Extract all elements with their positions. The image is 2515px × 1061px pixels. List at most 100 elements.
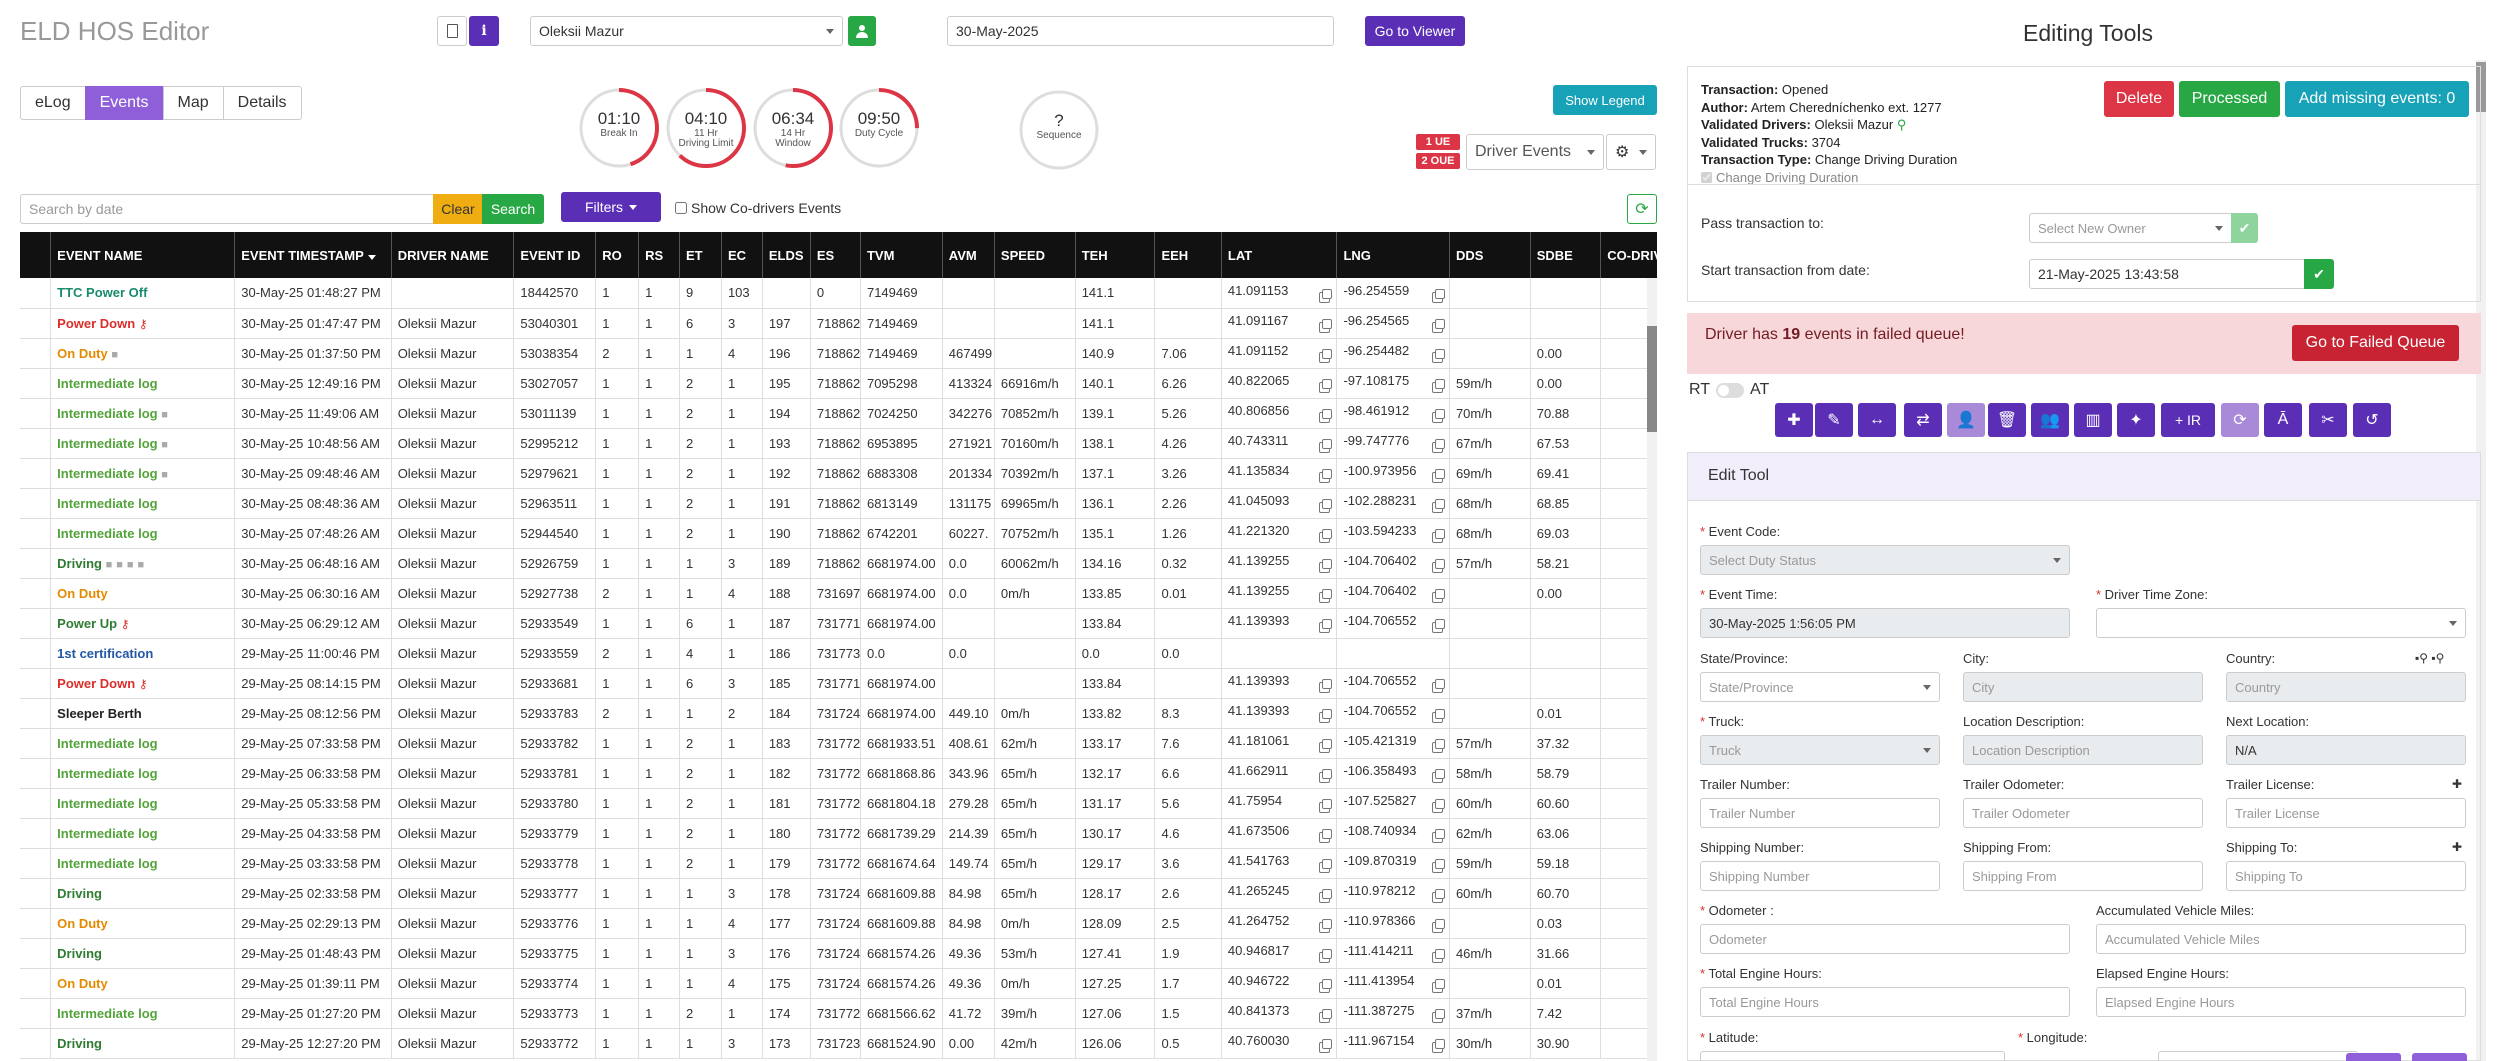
row-expand-cell[interactable] — [20, 788, 52, 819]
driver-assign-button[interactable]: 👤 — [1947, 403, 1985, 437]
table-row[interactable]: TTC Power Off 30-May-25 01:48:27 PM 184425… — [20, 278, 1657, 309]
copy-icon[interactable] — [1319, 979, 1333, 993]
row-expand-cell[interactable] — [20, 638, 52, 669]
copy-icon[interactable] — [1431, 949, 1445, 963]
new-owner-select[interactable]: Select New Owner — [2029, 213, 2232, 243]
latitude-input[interactable] — [1700, 1051, 2005, 1061]
event-name[interactable]: Intermediate log — [57, 766, 157, 781]
trailer-number-input[interactable] — [1700, 798, 1940, 828]
row-expand-cell[interactable] — [20, 818, 52, 849]
copy-icon[interactable] — [1431, 979, 1445, 993]
copy-icon[interactable] — [1319, 319, 1333, 333]
event-name[interactable]: Driving — [57, 886, 102, 901]
event-code-select[interactable]: Select Duty Status — [1700, 545, 2070, 575]
copy-icon[interactable] — [1319, 679, 1333, 693]
edit-event-button[interactable]: ✎ — [1815, 403, 1853, 437]
row-expand-cell[interactable] — [20, 878, 52, 909]
col-header-lng[interactable]: LNG — [1336, 232, 1450, 278]
event-name[interactable]: On Duty — [57, 586, 108, 601]
copy-icon[interactable] — [1431, 679, 1445, 693]
col-header-rs[interactable]: RS — [638, 232, 681, 278]
row-expand-cell[interactable] — [20, 518, 52, 549]
shipping-from-input[interactable] — [1963, 861, 2203, 891]
event-name[interactable]: Power Up — [57, 616, 117, 631]
driver-select[interactable]: Oleksii Mazur — [530, 16, 843, 46]
table-scrollbar-thumb[interactable] — [1647, 326, 1657, 432]
event-name[interactable]: Driving — [57, 1036, 102, 1051]
copy-icon[interactable] — [1431, 829, 1445, 843]
camera-icon[interactable]: ■ — [161, 409, 168, 421]
col-header-dds[interactable]: DDS — [1449, 232, 1531, 278]
total-engine-hours-input[interactable] — [1700, 987, 2070, 1017]
event-name[interactable]: Intermediate log — [57, 826, 157, 841]
event-time-input[interactable] — [1700, 608, 2070, 638]
copy-icon[interactable] — [1431, 889, 1445, 903]
event-name[interactable]: Sleeper Berth — [57, 706, 142, 721]
go-to-viewer-button[interactable]: Go to Viewer — [1365, 16, 1465, 46]
cut-button[interactable]: ✂ — [2309, 403, 2347, 437]
copy-icon[interactable] — [1431, 409, 1445, 423]
location-description-input[interactable] — [1963, 735, 2203, 765]
trailer-odometer-input[interactable] — [1963, 798, 2203, 828]
search-button[interactable]: Search — [482, 194, 544, 224]
row-expand-cell[interactable] — [20, 608, 52, 639]
copy-icon[interactable] — [1431, 349, 1445, 363]
table-row[interactable]: Intermediate log ■ 30-May-25 10:48:56 AM O… — [20, 428, 1657, 459]
columns-button[interactable]: ▥ — [2074, 403, 2112, 437]
copy-icon[interactable] — [1431, 769, 1445, 783]
event-name[interactable]: Power Down — [57, 676, 135, 691]
sync-button[interactable]: ⟳ — [2221, 403, 2259, 437]
camera-icon[interactable]: ■■■■ — [106, 559, 149, 571]
copy-icon[interactable] — [1431, 739, 1445, 753]
col-header-es[interactable]: ES — [810, 232, 861, 278]
add-event-button[interactable]: ✚ — [1775, 403, 1813, 437]
copy-icon[interactable] — [1319, 769, 1333, 783]
trailer-license-input[interactable] — [2226, 798, 2466, 828]
table-row[interactable]: Driving 29-May-25 01:48:43 PM Oleksii Mazu… — [20, 938, 1657, 969]
camera-icon[interactable]: ■ — [111, 349, 118, 361]
col-header-event-timestamp[interactable]: EVENT TIMESTAMP — [234, 232, 392, 278]
copy-icon[interactable] — [1319, 469, 1333, 483]
copy-icon[interactable] — [1319, 619, 1333, 633]
copy-icon[interactable] — [1431, 379, 1445, 393]
event-name[interactable]: Intermediate log — [57, 856, 157, 871]
coordinate-button-2[interactable] — [2412, 1053, 2467, 1061]
coordinate-button-1[interactable] — [2346, 1053, 2401, 1061]
copy-icon[interactable] — [1319, 379, 1333, 393]
settings-dropdown[interactable]: ⚙ — [1606, 134, 1656, 170]
row-expand-cell[interactable] — [20, 668, 52, 699]
refresh-button[interactable]: ⟳ — [1627, 194, 1657, 224]
col-header-event-id[interactable]: EVENT ID — [513, 232, 597, 278]
copy-icon[interactable] — [1319, 439, 1333, 453]
copy-icon[interactable] — [1319, 559, 1333, 573]
row-expand-cell[interactable] — [20, 698, 52, 729]
date-input[interactable] — [947, 16, 1334, 46]
show-codrivers-toggle[interactable]: Show Co-drivers Events — [675, 200, 841, 216]
country-input[interactable] — [2226, 672, 2466, 702]
table-row[interactable]: Intermediate log ■ 30-May-25 09:48:46 AM O… — [20, 458, 1657, 489]
show-legend-button[interactable]: Show Legend — [1553, 85, 1657, 115]
event-name[interactable]: Intermediate log — [57, 736, 157, 751]
table-row[interactable]: On Duty 29-May-25 01:39:11 PM Oleksii Mazu… — [20, 968, 1657, 999]
copy-icon[interactable] — [1319, 949, 1333, 963]
tab-details[interactable]: Details — [222, 86, 302, 120]
stretch-button[interactable]: ↔ — [1858, 403, 1896, 437]
table-row[interactable]: Power Down ⚷ 30-May-25 01:47:47 PM Oleksii… — [20, 308, 1657, 339]
copy-icon[interactable] — [1431, 619, 1445, 633]
elapsed-engine-hours-input[interactable] — [2096, 987, 2466, 1017]
table-row[interactable]: Intermediate log 29-May-25 01:27:20 PM Ole… — [20, 998, 1657, 1029]
event-name[interactable]: On Duty — [57, 976, 108, 991]
row-expand-cell[interactable] — [20, 758, 52, 789]
accumulated-miles-input[interactable] — [2096, 924, 2466, 954]
table-row[interactable]: Sleeper Berth 29-May-25 08:12:56 PM Oleksi… — [20, 698, 1657, 729]
table-row[interactable]: On Duty 30-May-25 06:30:16 AM Oleksii Mazu… — [20, 578, 1657, 609]
event-name[interactable]: Intermediate log — [57, 526, 157, 541]
copy-icon[interactable] — [1431, 589, 1445, 603]
col-header-ec[interactable]: EC — [721, 232, 763, 278]
event-name[interactable]: Intermediate log — [57, 1006, 157, 1021]
row-expand-cell[interactable] — [20, 278, 52, 309]
copy-icon[interactable] — [1431, 799, 1445, 813]
state-province-select[interactable]: State/Province — [1700, 672, 1940, 702]
table-row[interactable]: Intermediate log ■ 30-May-25 11:49:06 AM O… — [20, 398, 1657, 429]
row-expand-cell[interactable] — [20, 428, 52, 459]
